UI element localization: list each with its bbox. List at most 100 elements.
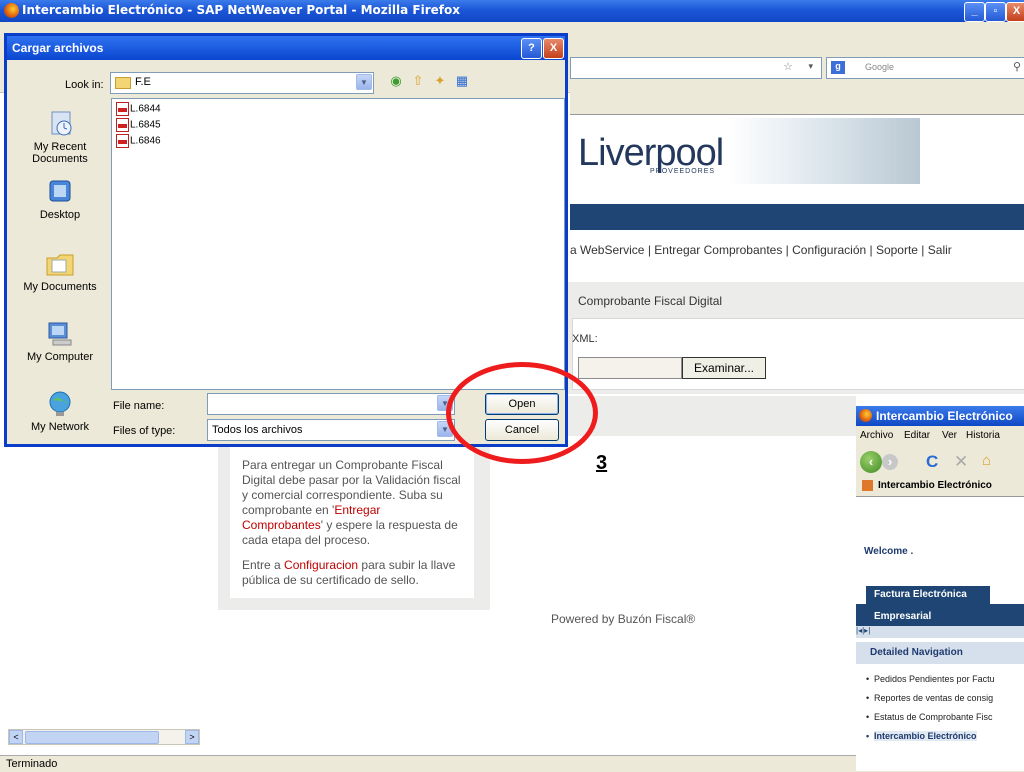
- browser-titlebar: Intercambio Electrónico - SAP NetWeaver …: [0, 0, 1024, 22]
- look-in-value: F.E: [135, 76, 151, 88]
- recent-documents-icon: [44, 110, 76, 138]
- file-name: L.6844: [130, 103, 161, 115]
- reload-icon[interactable]: C: [926, 452, 938, 472]
- search-magnifier-icon[interactable]: ⚲: [1013, 60, 1021, 73]
- horizontal-scrollbar[interactable]: < >: [8, 729, 200, 745]
- nav-link-reportes[interactable]: Reportes de ventas de consig: [866, 693, 993, 703]
- step-number: 3: [596, 452, 608, 474]
- place-my-network[interactable]: My Network: [15, 390, 105, 433]
- views-menu-icon[interactable]: ▦: [453, 72, 471, 90]
- second-window-tab[interactable]: Intercambio Electrónico: [856, 476, 1024, 497]
- file-name: L.6846: [130, 135, 161, 147]
- file-name-label: File name:: [113, 400, 165, 412]
- back-icon[interactable]: ‹: [860, 451, 882, 473]
- file-list[interactable]: L.6844 L.6845 L.6846: [111, 98, 565, 390]
- brand-subtitle: PROVEEDORES: [650, 168, 716, 175]
- home-icon[interactable]: ⌂: [982, 452, 991, 469]
- url-dropdown-icon[interactable]: ▾: [808, 61, 813, 72]
- menu-ver[interactable]: Ver: [942, 430, 957, 441]
- dialog-title: Cargar archivos: [12, 41, 104, 55]
- search-placeholder: Google: [865, 62, 895, 72]
- back-icon[interactable]: ◉: [387, 72, 405, 90]
- nav-link-intercambio[interactable]: Intercambio Electrónico: [866, 731, 977, 741]
- firefox-logo-icon: [859, 409, 872, 422]
- tab-factura-electronica[interactable]: Factura Electrónica: [866, 586, 990, 604]
- place-label: My Recent Documents: [32, 141, 88, 165]
- configuracion-link[interactable]: Configuracion: [284, 558, 358, 572]
- menu-archivo[interactable]: Archivo: [860, 430, 893, 441]
- status-text: Terminado: [6, 758, 58, 770]
- brand-banner: Liverpool PROVEEDORES: [570, 118, 920, 184]
- second-window-tab-label: Intercambio Electrónico: [878, 480, 992, 491]
- close-window-button[interactable]: X: [1006, 2, 1024, 22]
- highlight-circle: [446, 362, 598, 464]
- list-item[interactable]: L.6845: [116, 118, 161, 132]
- files-of-type-label: Files of type:: [113, 425, 176, 437]
- second-window-title: Intercambio Electrónico: [876, 409, 1013, 423]
- url-bar[interactable]: ☆ ▾: [570, 57, 822, 79]
- xml-file-icon: [116, 134, 129, 148]
- nav-collapse-icons[interactable]: |◂|▸|: [856, 626, 1024, 638]
- xml-file-input[interactable]: [578, 357, 682, 379]
- menu-editar[interactable]: Editar: [904, 430, 930, 441]
- new-folder-icon[interactable]: ✦: [431, 72, 449, 90]
- scroll-left-icon[interactable]: <: [9, 730, 23, 744]
- places-bar: My Recent Documents Desktop My Documents…: [15, 98, 105, 436]
- forward-icon[interactable]: ›: [882, 454, 898, 470]
- place-recent[interactable]: My Recent Documents: [15, 110, 105, 165]
- tab-empresarial[interactable]: Empresarial: [856, 608, 1024, 626]
- file-name: L.6845: [130, 119, 161, 131]
- place-label: My Documents: [23, 281, 97, 293]
- second-browser-window: Intercambio Electrónico Archivo Editar V…: [856, 406, 1024, 771]
- search-bar[interactable]: g Google ⚲: [826, 57, 1024, 79]
- panel-footer: [566, 396, 856, 436]
- firefox-logo-icon: [4, 3, 19, 18]
- second-window-menubar: Archivo Editar Ver Historia: [856, 426, 1024, 446]
- panel-title: Comprobante Fiscal Digital: [578, 294, 723, 308]
- my-documents-icon: [44, 250, 76, 278]
- scroll-right-icon[interactable]: >: [185, 730, 199, 744]
- up-folder-icon[interactable]: ⇧: [409, 72, 427, 90]
- my-computer-icon: [44, 320, 76, 348]
- second-window-navbar: ‹ › C ✕ ⌂: [856, 446, 1024, 476]
- info-text-2a: Entre a: [242, 558, 285, 572]
- place-label: Desktop: [39, 209, 81, 221]
- folder-icon: [115, 77, 131, 89]
- browser-title: Intercambio Electrónico - SAP NetWeaver …: [22, 3, 460, 17]
- help-button[interactable]: ?: [521, 38, 542, 59]
- files-of-type-select[interactable]: Todos los archivos ▼: [207, 419, 455, 441]
- nav-link-estatus[interactable]: Estatus de Comprobante Fisc: [866, 712, 993, 722]
- dialog-titlebar: Cargar archivos ? X: [7, 36, 565, 60]
- xml-file-icon: [116, 102, 129, 116]
- info-text: Para entregar un Comprobante Fiscal Digi…: [230, 446, 474, 598]
- place-desktop[interactable]: Desktop: [15, 178, 105, 221]
- list-item[interactable]: L.6846: [116, 134, 161, 148]
- file-name-input[interactable]: ▼: [207, 393, 455, 415]
- maximize-button[interactable]: ▫: [985, 2, 1006, 22]
- xml-label: XML:: [572, 333, 598, 345]
- place-my-documents[interactable]: My Documents: [15, 250, 105, 293]
- place-my-computer[interactable]: My Computer: [15, 320, 105, 363]
- look-in-select[interactable]: F.E ▼: [110, 72, 374, 94]
- dialog-close-button[interactable]: X: [543, 38, 564, 59]
- minimize-button[interactable]: _: [964, 2, 985, 22]
- scroll-thumb[interactable]: [25, 731, 159, 744]
- second-window-titlebar: Intercambio Electrónico: [856, 406, 1024, 426]
- menu-historia[interactable]: Historia: [966, 430, 1000, 441]
- my-network-icon: [44, 390, 76, 418]
- nav-link-pedidos[interactable]: Pedidos Pendientes por Factu: [866, 674, 995, 684]
- upload-box: [572, 318, 1024, 390]
- powered-by: Powered by Buzón Fiscal®: [551, 612, 696, 626]
- files-of-type-value: Todos los archivos: [212, 424, 303, 436]
- browse-button[interactable]: Examinar...: [682, 357, 766, 379]
- chevron-down-icon[interactable]: ▼: [356, 74, 372, 90]
- list-item[interactable]: L.6844: [116, 102, 161, 116]
- top-navigation[interactable]: a WebService | Entregar Comprobantes | C…: [570, 243, 952, 257]
- google-icon[interactable]: g: [831, 61, 845, 74]
- look-in-label: Look in:: [65, 79, 104, 91]
- place-label: My Computer: [26, 351, 94, 363]
- desktop-icon: [44, 178, 76, 206]
- xml-file-icon: [116, 118, 129, 132]
- stop-icon[interactable]: ✕: [954, 452, 968, 472]
- bookmark-star-icon[interactable]: ☆: [783, 60, 793, 73]
